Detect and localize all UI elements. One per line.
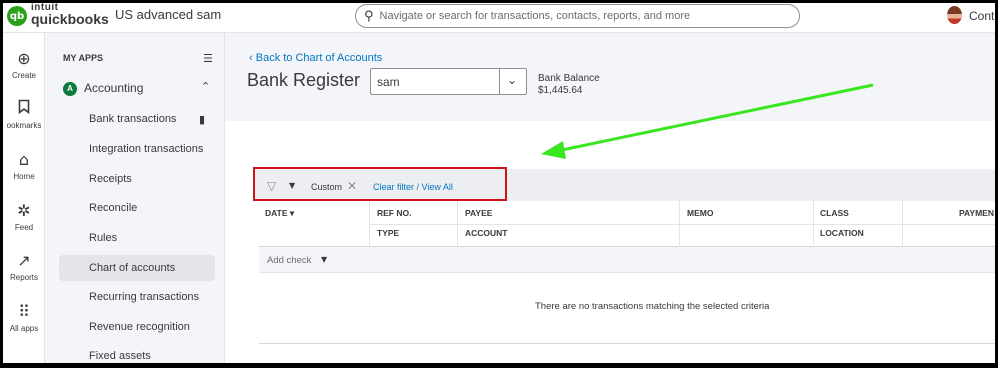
- annotation-arrow-head: [541, 141, 566, 159]
- annotation-arrow: [541, 83, 874, 159]
- annotation-arrow-shaft: [556, 83, 874, 153]
- app-window: qb intuit quickbooks US advanced sam ⚲ N…: [3, 3, 995, 363]
